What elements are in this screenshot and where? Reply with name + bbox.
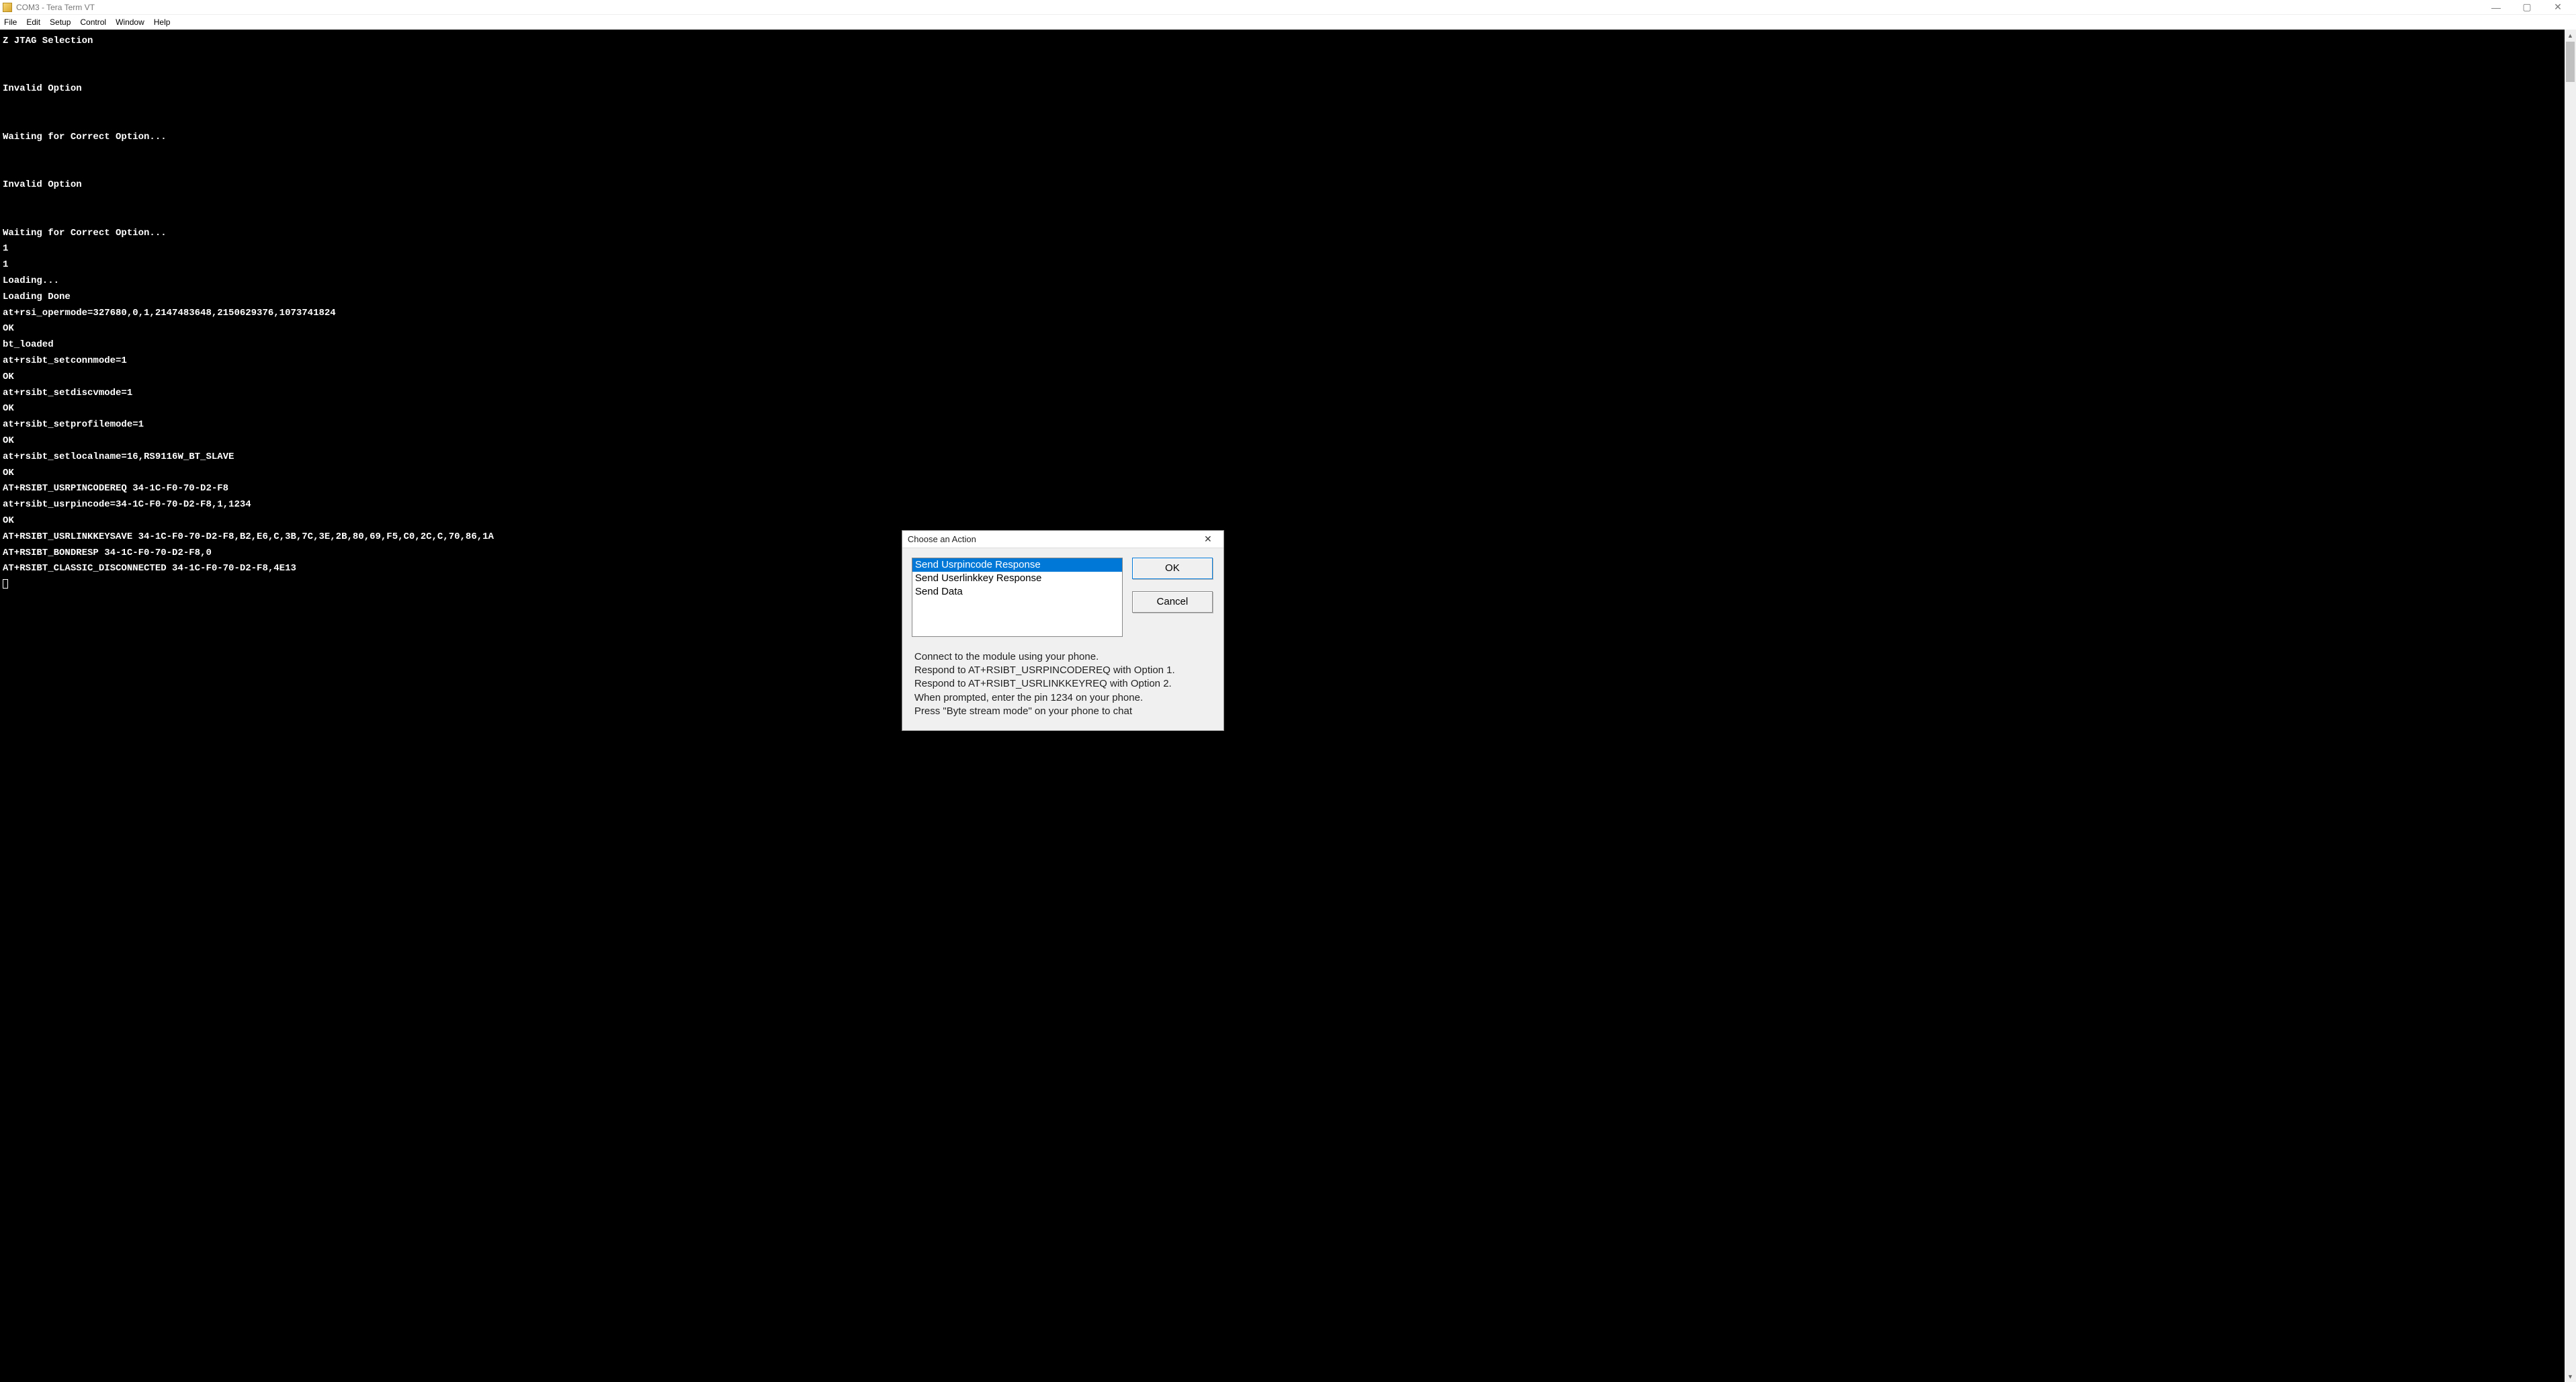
- menu-setup[interactable]: Setup: [50, 17, 71, 27]
- cursor: [3, 579, 8, 589]
- window-title: COM3 - Tera Term VT: [16, 3, 95, 12]
- terminal-area: Z JTAG Selection Invalid Option Waiting …: [0, 30, 2576, 1382]
- scroll-thumb[interactable]: [2566, 42, 2575, 82]
- close-button[interactable]: ✕: [2542, 0, 2573, 15]
- app-window: COM3 - Tera Term VT — ▢ ✕ File Edit Setu…: [0, 0, 2576, 1382]
- menubar: File Edit Setup Control Window Help: [0, 15, 2576, 30]
- menu-window[interactable]: Window: [116, 17, 144, 27]
- scrollbar-vertical[interactable]: ▲ ▼: [2565, 30, 2576, 1382]
- dialog-titlebar[interactable]: Choose an Action ✕: [902, 531, 1223, 548]
- cancel-button[interactable]: Cancel: [1132, 591, 1213, 613]
- maximize-button[interactable]: ▢: [2511, 0, 2542, 15]
- dialog-instructions: Connect to the module using your phone.R…: [902, 646, 1223, 730]
- listbox-option[interactable]: Send Data: [912, 585, 1122, 599]
- scroll-down-button[interactable]: ▼: [2565, 1371, 2576, 1382]
- ok-button[interactable]: OK: [1132, 558, 1213, 579]
- titlebar: COM3 - Tera Term VT — ▢ ✕: [0, 0, 2576, 15]
- menu-file[interactable]: File: [4, 17, 17, 27]
- dialog-title: Choose an Action: [908, 534, 1198, 544]
- scroll-up-button[interactable]: ▲: [2565, 30, 2576, 41]
- terminal-output[interactable]: Z JTAG Selection Invalid Option Waiting …: [0, 30, 2565, 1382]
- minimize-button[interactable]: —: [2481, 0, 2511, 15]
- menu-edit[interactable]: Edit: [26, 17, 40, 27]
- menu-help[interactable]: Help: [154, 17, 171, 27]
- action-listbox[interactable]: Send Usrpincode ResponseSend Userlinkkey…: [912, 558, 1123, 637]
- listbox-option[interactable]: Send Userlinkkey Response: [912, 572, 1122, 585]
- menu-control[interactable]: Control: [80, 17, 106, 27]
- listbox-option[interactable]: Send Usrpincode Response: [912, 558, 1122, 572]
- choose-action-dialog: Choose an Action ✕ Send Usrpincode Respo…: [902, 530, 1224, 731]
- app-icon: [3, 3, 12, 12]
- dialog-close-button[interactable]: ✕: [1198, 531, 1218, 547]
